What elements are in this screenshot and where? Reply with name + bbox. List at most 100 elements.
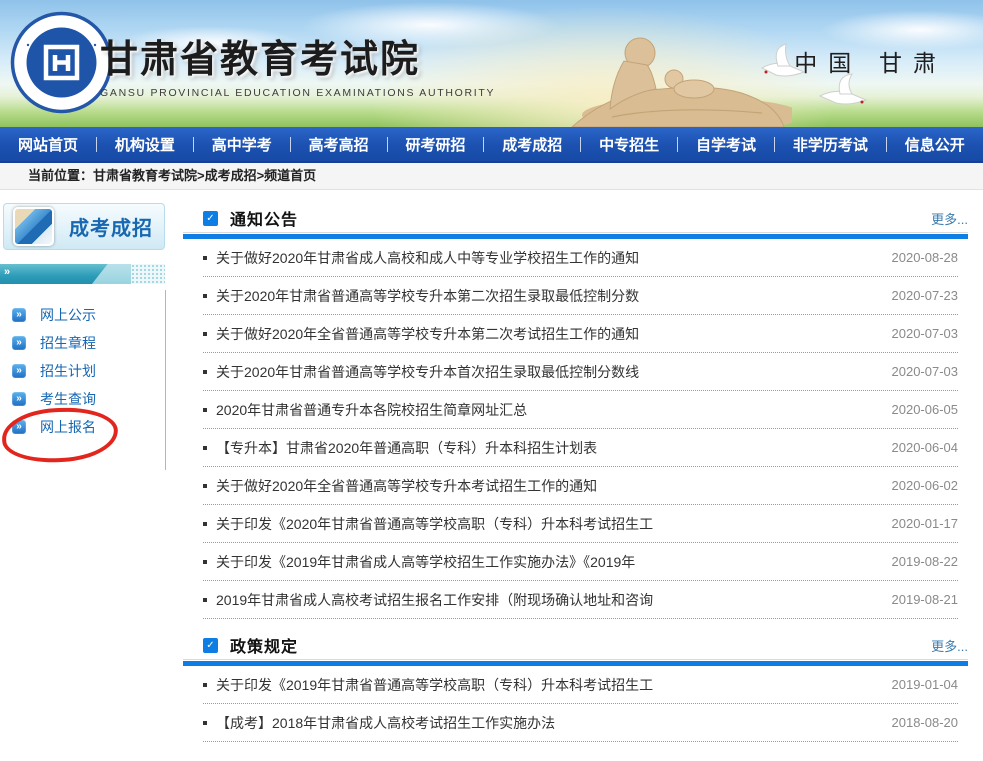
more-link[interactable]: 更多... <box>931 636 968 655</box>
bullet-icon <box>203 446 207 450</box>
notice-link[interactable]: 【专升本】甘肃省2020年普通高职（专科）升本科招生计划表 <box>216 438 880 458</box>
notice-link[interactable]: 关于2020年甘肃省普通高等学校专升本第二次招生录取最低控制分数 <box>216 286 880 306</box>
notice-link[interactable]: 关于做好2020年甘肃省成人高校和成人中等专业学校招生工作的通知 <box>216 248 880 268</box>
notice-date: 2020-07-23 <box>892 288 959 303</box>
sidebar-item-admission-plan[interactable]: » 招生计划 <box>0 357 168 385</box>
notice-link[interactable]: 关于印发《2020年甘肃省普通高等学校高职（专科）升本科考试招生工 <box>216 514 880 534</box>
sidebar-channel-header: 成考成招 <box>3 203 165 250</box>
chevron-right-icon: » <box>4 266 10 278</box>
notice-row: 2019年甘肃省成人高校考试招生报名工作安排（附现场确认地址和咨询 2019-0… <box>203 581 958 619</box>
dove-icon <box>812 72 872 114</box>
nav-item-gaokao[interactable]: 高考高招 <box>309 134 369 155</box>
nav-item-secondary-vocational[interactable]: 中专招生 <box>599 134 659 155</box>
nav-separator <box>290 137 291 152</box>
notice-link[interactable]: 关于印发《2019年甘肃省成人高等学校招生工作实施办法》《2019年 <box>216 552 880 572</box>
site-subtitle: GANSU PROVINCIAL EDUCATION EXAMINATIONS … <box>100 87 495 99</box>
notice-row: 关于做好2020年全省普通高等学校专升本考试招生工作的通知 2020-06-02 <box>203 467 958 505</box>
policy-link[interactable]: 关于印发《2019年甘肃省普通高等学校高职（专科）升本科考试招生工 <box>216 675 880 695</box>
nav-item-highschool-exam[interactable]: 高中学考 <box>212 134 272 155</box>
nav-item-self-study-exam[interactable]: 自学考试 <box>696 134 756 155</box>
bullet-icon <box>203 256 207 260</box>
bullet-icon <box>203 332 207 336</box>
notice-row: 关于印发《2019年甘肃省成人高等学校招生工作实施办法》《2019年 2019-… <box>203 543 958 581</box>
policy-row: 【成考】2018年甘肃省成人高校考试招生工作实施办法 2018-08-20 <box>203 704 958 742</box>
arrow-bullet-icon: » <box>12 392 26 406</box>
arrow-bullet-icon: » <box>12 364 26 378</box>
notice-row: 2020年甘肃省普通专升本各院校招生简章网址汇总 2020-06-05 <box>203 391 958 429</box>
sidebar-item-label: 网上公示 <box>40 305 96 325</box>
notice-link[interactable]: 2020年甘肃省普通专升本各院校招生简章网址汇总 <box>216 400 880 420</box>
site-logo-seal-icon[interactable] <box>10 11 113 114</box>
sidebar-vertical-rule <box>165 290 166 470</box>
bullet-icon <box>203 370 207 374</box>
sidebar-item-admission-charter[interactable]: » 招生章程 <box>0 329 168 357</box>
section-title: 政策规定 <box>230 633 298 657</box>
nav-item-info-disclosure[interactable]: 信息公开 <box>905 134 965 155</box>
sidebar-item-label: 考生查询 <box>40 389 96 409</box>
section-marker-icon: ✓ <box>203 638 218 653</box>
notice-row: 关于做好2020年全省普通高等学校专升本第二次考试招生工作的通知 2020-07… <box>203 315 958 353</box>
notice-row: 关于2020年甘肃省普通高等学校专升本首次招生录取最低控制分数线 2020-07… <box>203 353 958 391</box>
notice-date: 2020-06-04 <box>892 440 959 455</box>
main-nav: 网站首页 机构设置 高中学考 高考高招 研考研招 成考成招 中专招生 自学考试 … <box>0 127 983 161</box>
section-notices: ✓ 通知公告 更多... 关于做好2020年甘肃省成人高校和成人中等专业学校招生… <box>183 204 983 619</box>
nav-separator <box>580 137 581 152</box>
arrow-bullet-icon: » <box>12 336 26 350</box>
nav-separator <box>677 137 678 152</box>
more-link[interactable]: 更多... <box>931 209 968 228</box>
nav-separator <box>774 137 775 152</box>
site-banner: 甘肃省教育考试院 GANSU PROVINCIAL EDUCATION EXAM… <box>0 0 983 127</box>
notice-date: 2019-08-21 <box>892 592 959 607</box>
arrow-bullet-icon: » <box>12 420 26 434</box>
notice-date: 2020-01-17 <box>892 516 959 531</box>
sidebar-item-public-notice[interactable]: » 网上公示 <box>0 301 168 329</box>
notice-date: 2020-06-05 <box>892 402 959 417</box>
sidebar: 成考成招 » » 网上公示 » 招生章程 » 招生计划 » 考生查询 <box>0 190 168 441</box>
policy-date: 2018-08-20 <box>892 715 959 730</box>
notice-date: 2020-06-02 <box>892 478 959 493</box>
site-title: 甘肃省教育考试院 <box>100 28 495 83</box>
bullet-icon <box>203 721 207 725</box>
main-content: ✓ 通知公告 更多... 关于做好2020年甘肃省成人高校和成人中等专业学校招生… <box>183 190 983 742</box>
policy-date: 2019-01-04 <box>892 677 959 692</box>
policy-row: 关于印发《2019年甘肃省普通高等学校高职（专科）升本科考试招生工 2019-0… <box>203 666 958 704</box>
channel-thumbnail-icon <box>13 207 54 246</box>
sidebar-item-label: 招生章程 <box>40 333 96 353</box>
nav-item-graduate-exam[interactable]: 研考研招 <box>405 134 465 155</box>
nav-item-organization[interactable]: 机构设置 <box>115 134 175 155</box>
arrow-bullet-icon: » <box>12 308 26 322</box>
notice-link[interactable]: 关于2020年甘肃省普通高等学校专升本首次招生录取最低控制分数线 <box>216 362 880 382</box>
notice-row: 【专升本】甘肃省2020年普通高职（专科）升本科招生计划表 2020-06-04 <box>203 429 958 467</box>
channel-title: 成考成招 <box>69 212 153 241</box>
nav-separator <box>96 137 97 152</box>
region-label: 中国 甘肃 <box>794 44 947 78</box>
notice-row: 关于做好2020年甘肃省成人高校和成人中等专业学校招生工作的通知 2020-08… <box>203 239 958 277</box>
notice-link[interactable]: 关于做好2020年全省普通高等学校专升本第二次考试招生工作的通知 <box>216 324 880 344</box>
notice-row: 关于2020年甘肃省普通高等学校专升本第二次招生录取最低控制分数 2020-07… <box>203 277 958 315</box>
bullet-icon <box>203 560 207 564</box>
bullet-icon <box>203 522 207 526</box>
notice-link[interactable]: 2019年甘肃省成人高校考试招生报名工作安排（附现场确认地址和咨询 <box>216 590 880 610</box>
section-marker-icon: ✓ <box>203 211 218 226</box>
nav-separator <box>193 137 194 152</box>
section-title: 通知公告 <box>230 206 298 230</box>
policy-link[interactable]: 【成考】2018年甘肃省成人高校考试招生工作实施办法 <box>216 713 880 733</box>
nav-separator <box>387 137 388 152</box>
section-policies: ✓ 政策规定 更多... 关于印发《2019年甘肃省普通高等学校高职（专科）升本… <box>183 631 983 742</box>
bullet-icon <box>203 294 207 298</box>
sidebar-item-label: 招生计划 <box>40 361 96 381</box>
notice-link[interactable]: 关于做好2020年全省普通高等学校专升本考试招生工作的通知 <box>216 476 880 496</box>
sidebar-divider-bar: » <box>0 264 165 284</box>
bullet-icon <box>203 683 207 687</box>
bullet-icon <box>203 484 207 488</box>
breadcrumb: 当前位置：甘肃省教育考试院>成考成招>频道首页 <box>0 161 983 190</box>
notice-row: 关于印发《2020年甘肃省普通高等学校高职（专科）升本科考试招生工 2020-0… <box>203 505 958 543</box>
notice-date: 2019-08-22 <box>892 554 959 569</box>
bullet-icon <box>203 598 207 602</box>
nav-item-adult-exam[interactable]: 成考成招 <box>502 134 562 155</box>
nav-item-non-degree-exam[interactable]: 非学历考试 <box>793 134 868 155</box>
nav-item-home[interactable]: 网站首页 <box>18 134 78 155</box>
sidebar-item-online-registration[interactable]: » 网上报名 <box>0 413 168 441</box>
notice-date: 2020-08-28 <box>892 250 959 265</box>
sidebar-item-candidate-query[interactable]: » 考生查询 <box>0 385 168 413</box>
